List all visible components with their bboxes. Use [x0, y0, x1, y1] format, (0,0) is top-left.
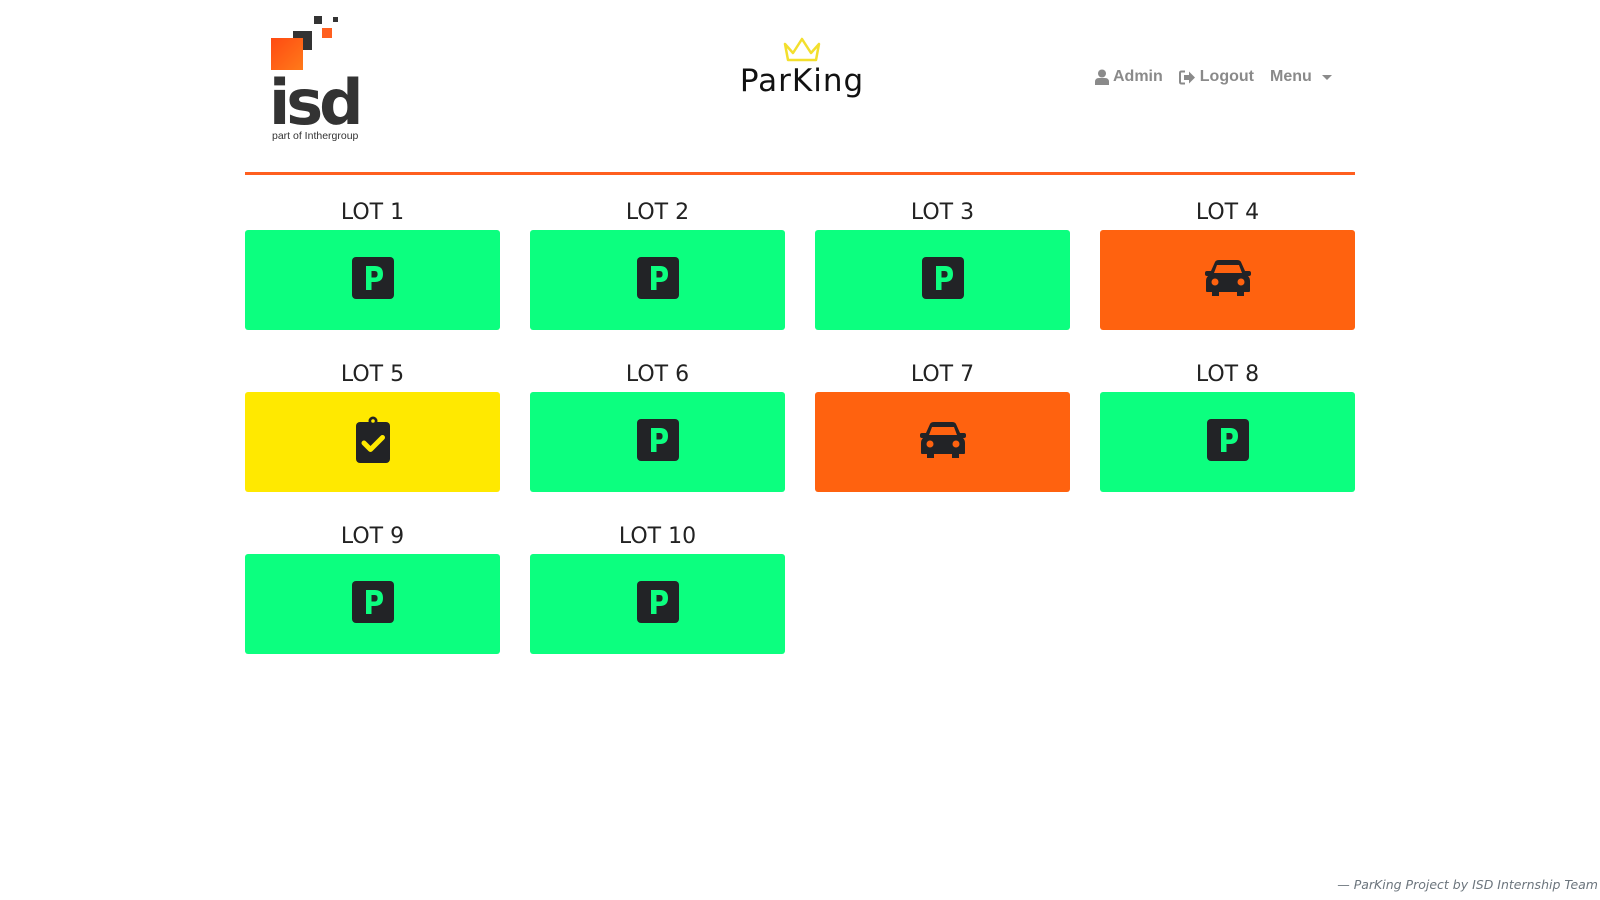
lot-status-free[interactable] [1100, 392, 1355, 492]
svg-text:isd: isd [271, 66, 360, 139]
app-title: ParKing [739, 63, 865, 99]
page-container: isd part of Inthergroup ParKing Admin Lo… [245, 0, 1355, 654]
lot-label: LOT 10 [618, 524, 697, 549]
car-icon [1204, 259, 1252, 302]
lot-label: LOT 2 [625, 200, 690, 225]
sign-out-icon [1178, 70, 1196, 85]
nav-menu-dropdown[interactable]: Menu [1270, 68, 1332, 86]
parking-app-logo[interactable]: ParKing [732, 36, 872, 106]
parking-lot: LOT 10 [530, 519, 785, 654]
logout-label: Logout [1199, 68, 1254, 85]
lot-label: LOT 1 [340, 200, 405, 225]
parking-icon [636, 418, 679, 466]
lot-status-free[interactable] [815, 230, 1070, 330]
nav-logout-link[interactable]: Logout [1178, 68, 1254, 86]
parking-lot: LOT 1 [245, 195, 500, 330]
caret-down-icon [1321, 74, 1332, 80]
clipboard-check-icon [355, 416, 391, 469]
lot-label: LOT 6 [625, 362, 690, 387]
crown-icon [732, 36, 872, 64]
parking-lot: LOT 7 [815, 357, 1070, 492]
parking-icon [636, 580, 679, 628]
parking-lot: LOT 8 [1100, 357, 1355, 492]
parking-lot: LOT 5 [245, 357, 500, 492]
lot-status-occupied[interactable] [815, 392, 1070, 492]
parking-lot: LOT 4 [1100, 195, 1355, 330]
lot-label: LOT 8 [1195, 362, 1260, 387]
lot-label: LOT 5 [340, 362, 405, 387]
lot-label: LOT 9 [340, 524, 405, 549]
menu-label: Menu [1269, 68, 1312, 85]
header-divider [245, 172, 1355, 175]
admin-label: Admin [1113, 68, 1163, 85]
parking-lot-grid: LOT 1 LOT 2 LOT 3 LOT 4 LOT 5 LOT 6 LOT 7 LOT 8… [245, 195, 1355, 654]
header: isd part of Inthergroup ParKing Admin Lo… [245, 0, 1355, 176]
parking-icon [636, 256, 679, 304]
parking-lot: LOT 3 [815, 195, 1070, 330]
parking-icon [1206, 418, 1249, 466]
lot-status-occupied[interactable] [1100, 230, 1355, 330]
footer-credit: — ParKing Project by ISD Internship Team [1337, 877, 1598, 892]
parking-icon [351, 580, 394, 628]
brand-tagline: part of Inthergroup [272, 130, 359, 142]
parking-icon [351, 256, 394, 304]
parking-lot: LOT 6 [530, 357, 785, 492]
lot-status-reserved[interactable] [245, 392, 500, 492]
parking-lot: LOT 2 [530, 195, 785, 330]
top-nav: Admin Logout Menu [1095, 68, 1332, 86]
lot-label: LOT 3 [910, 200, 975, 225]
lot-status-free[interactable] [245, 554, 500, 654]
lot-status-free[interactable] [245, 230, 500, 330]
car-icon [919, 421, 967, 464]
lot-label: LOT 7 [910, 362, 975, 387]
nav-admin-link[interactable]: Admin [1095, 68, 1163, 86]
lot-status-free[interactable] [530, 230, 785, 330]
lot-label: LOT 4 [1195, 200, 1260, 225]
parking-icon [921, 256, 964, 304]
user-icon [1095, 69, 1109, 85]
lot-status-free[interactable] [530, 554, 785, 654]
lot-status-free[interactable] [530, 392, 785, 492]
isd-logo[interactable]: isd part of Inthergroup [269, 14, 377, 142]
parking-lot: LOT 9 [245, 519, 500, 654]
